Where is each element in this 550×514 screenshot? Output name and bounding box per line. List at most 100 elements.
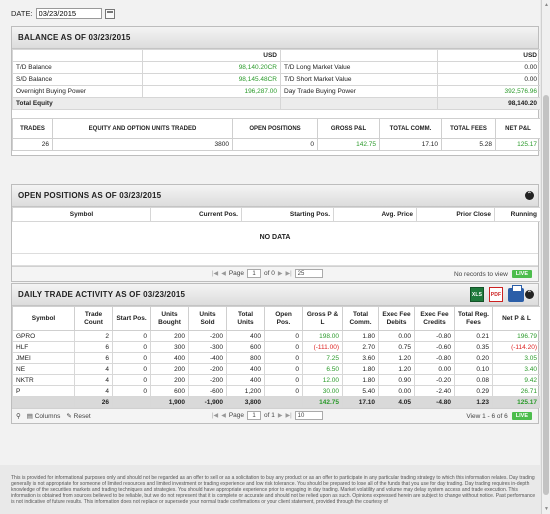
value-cell: 0.20 [454, 352, 493, 364]
first-page-icon[interactable]: |◀ [212, 270, 218, 277]
summary-header: TOTAL COMM. [379, 118, 442, 139]
table-row[interactable]: NKTR 4 0 200 -200 400 0 12.00 1.80 0.90 -0.20 0.08 9… [12, 374, 540, 386]
value-cell: 400 [150, 352, 189, 364]
next-page-icon[interactable]: ▶ [278, 270, 283, 277]
column-header[interactable]: Symbol [12, 207, 151, 222]
value-cell: 600 [226, 341, 265, 353]
value-cell: 0.21 [454, 330, 493, 342]
page-size-select[interactable]: 10 [294, 411, 323, 420]
column-header[interactable]: Exec Fee Debits [378, 306, 415, 331]
scroll-down-icon[interactable]: ▼ [543, 505, 550, 513]
balance-cell [280, 97, 438, 110]
print-icon[interactable] [508, 284, 524, 302]
last-page-icon[interactable]: ▶| [285, 270, 291, 277]
table-row[interactable]: P 4 0 600 -600 1,200 0 30.00 5.40 0.00 -2.40 0.29 26… [12, 385, 540, 397]
live-badge[interactable]: LIVE [511, 270, 532, 278]
totals-row: 26 1,900 -1,900 3,800 142.75 17.10 4.05 -4.80 1.… [12, 396, 540, 408]
pdf-icon[interactable]: PDF [489, 287, 503, 302]
balance-value: 0.00 [437, 73, 540, 86]
value-cell: -0.80 [414, 330, 455, 342]
balance-value: 98,145.48CR [142, 73, 281, 86]
date-filter: DATE: [11, 8, 115, 19]
summary-value: 0 [232, 138, 318, 151]
live-badge[interactable]: LIVE [511, 412, 532, 420]
balance-table: USD USD T/D Balance 98,140.20CR T/D Long… [12, 49, 540, 110]
summary-header: GROSS P&L [317, 118, 380, 139]
balance-panel: BALANCE AS OF 03/23/2015 USD USD T/D Bal… [11, 26, 540, 156]
page-of: of 1 [264, 412, 275, 419]
summary-value: 26 [12, 138, 53, 151]
collapse-icon[interactable]: ⌃ [525, 191, 534, 200]
value-cell: 198.00 [302, 330, 343, 342]
column-header[interactable]: Units Bought [150, 306, 189, 331]
value-cell: -0.80 [414, 352, 455, 364]
table-row[interactable]: JMEI 6 0 400 -400 800 0 7.25 3.60 1.20 -0.80 0.20 3.… [12, 352, 540, 364]
column-header[interactable]: Units Sold [188, 306, 227, 331]
scroll-up-icon[interactable]: ▲ [543, 1, 550, 9]
value-cell: 0.29 [454, 385, 493, 397]
column-header[interactable]: Exec Fee Credits [414, 306, 455, 331]
column-header[interactable]: Total Units [226, 306, 265, 331]
table-row[interactable]: NE 4 0 200 -200 400 0 6.50 1.80 1.20 0.00 0.10 3.40 [12, 363, 540, 375]
value-cell: -4.80 [414, 396, 455, 408]
next-page-icon[interactable]: ▶ [278, 412, 283, 419]
column-header[interactable]: Avg. Price [333, 207, 417, 222]
prev-page-icon[interactable]: ◀ [221, 412, 226, 419]
column-header[interactable]: Current Pos. [150, 207, 242, 222]
last-page-icon[interactable]: ▶| [285, 412, 291, 419]
reset-button[interactable]: ✎ Reset [66, 412, 90, 420]
page-input[interactable]: 1 [247, 411, 261, 420]
value-cell: -200 [188, 363, 227, 375]
column-header[interactable]: Running [494, 207, 540, 222]
table-row[interactable]: HLF 6 0 300 -300 600 0 (-111.00) 2.70 0.75 -0.60 0.… [12, 341, 540, 353]
value-cell: 200 [150, 330, 189, 342]
collapse-icon[interactable]: ⌃ [525, 290, 534, 299]
daily-activity-panel: DAILY TRADE ACTIVITY AS OF 03/23/2015 XL… [11, 283, 540, 424]
balance-label: T/D Long Market Value [280, 61, 438, 74]
prev-page-icon[interactable]: ◀ [221, 270, 226, 277]
pager-left: ⚲ ▤ Columns ✎ Reset [16, 412, 91, 420]
scrollbar[interactable]: ▲ ▼ [541, 0, 550, 514]
column-header[interactable]: Total Reg. Fees [454, 306, 493, 331]
column-header[interactable]: Open Pos. [264, 306, 303, 331]
column-header[interactable]: Start Pos. [112, 306, 151, 331]
date-input[interactable] [35, 8, 102, 19]
first-page-icon[interactable]: |◀ [212, 412, 218, 419]
value-cell: 3.05 [492, 352, 540, 364]
summary-header: EQUITY AND OPTION UNITS TRADED [52, 118, 233, 139]
column-header[interactable]: Prior Close [416, 207, 495, 222]
excel-icon[interactable]: XLS [470, 287, 484, 302]
symbol-cell: NE [12, 363, 75, 375]
value-cell: 0.90 [378, 374, 415, 386]
report-page: DATE: BALANCE AS OF 03/23/2015 USD USD T… [0, 0, 540, 465]
pager-controls: |◀ ◀ Page 1 of 0 ▶ ▶| 25 [212, 269, 323, 278]
column-header[interactable]: Total Comm. [342, 306, 379, 331]
value-cell: 300 [150, 341, 189, 353]
value-cell: 6 [74, 341, 113, 353]
balance-title: BALANCE AS OF 03/23/2015 [12, 27, 538, 49]
page-label: Page [228, 412, 244, 419]
value-cell: 400 [226, 363, 265, 375]
column-header[interactable]: Gross P & L [302, 306, 343, 331]
balance-cell [280, 49, 438, 62]
value-cell: -300 [188, 341, 227, 353]
column-header[interactable]: Trade Count [74, 306, 113, 331]
no-data-message: NO DATA [12, 222, 538, 254]
column-header[interactable]: Net P & L [492, 306, 540, 331]
page-size-select[interactable]: 25 [294, 269, 323, 278]
search-icon[interactable]: ⚲ [16, 412, 21, 420]
value-cell: 1.20 [378, 352, 415, 364]
column-header[interactable]: Starting Pos. [241, 207, 334, 222]
symbol-cell: JMEI [12, 352, 75, 364]
balance-label: T/D Short Market Value [280, 73, 438, 86]
table-row[interactable]: GPRO 2 0 200 -200 400 0 198.00 1.80 0.00 -0.80 0.21… [12, 330, 540, 342]
balance-value: 98,140.20CR [142, 61, 281, 74]
value-cell: -200 [188, 330, 227, 342]
columns-button[interactable]: ▤ Columns [27, 412, 61, 420]
scroll-thumb[interactable] [543, 95, 549, 495]
calendar-icon[interactable] [104, 8, 115, 19]
value-cell: 0.00 [378, 385, 415, 397]
value-cell: 5.40 [342, 385, 379, 397]
column-header[interactable]: Symbol [12, 306, 75, 331]
page-input[interactable]: 1 [247, 269, 261, 278]
